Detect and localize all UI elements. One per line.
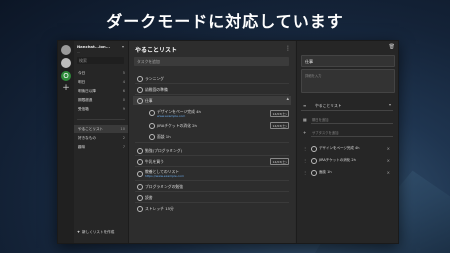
sidebar-item-inbox[interactable]: 受信箱 9 xyxy=(74,105,128,113)
account-badge[interactable]: O xyxy=(61,71,71,81)
task-checkbox[interactable] xyxy=(149,134,155,140)
task-row[interactable]: 読書 xyxy=(129,192,295,203)
add-task-placeholder: タスクを追加 xyxy=(137,59,160,64)
task-link[interactable]: www.example.com xyxy=(157,114,185,118)
task-checkbox[interactable] xyxy=(311,146,317,152)
banner-title: ダークモードに対応しています xyxy=(106,12,344,31)
subtask-row[interactable]: JIRAチケットの消化 2h 14/03(土) xyxy=(129,120,295,130)
drag-handle-icon[interactable]: ⋮ xyxy=(303,158,307,163)
more-menu-icon[interactable]: ⋮ xyxy=(285,45,291,52)
task-row[interactable]: 勉強(プログラミング) xyxy=(129,145,295,156)
task-checkbox[interactable] xyxy=(137,159,143,165)
drag-handle-icon[interactable]: ⋮ xyxy=(303,170,307,175)
sidebar-item-overdue[interactable]: 期限超過 0 xyxy=(74,96,128,104)
task-checkbox[interactable] xyxy=(137,206,143,212)
task-checkbox[interactable] xyxy=(137,98,143,104)
sidebar-item-today[interactable]: 今日 5 xyxy=(74,69,128,77)
close-icon[interactable]: × xyxy=(387,146,390,151)
task-row[interactable]: ストレッチ 15分 xyxy=(129,203,295,213)
task-row[interactable]: 幼稚園の準備 xyxy=(129,84,295,95)
search-input[interactable]: 検索 xyxy=(77,57,124,64)
new-list-button[interactable]: + 新しくリストを作成 xyxy=(77,230,114,235)
divider xyxy=(77,119,125,120)
account-name[interactable]: Nanchat...ion... xyxy=(77,44,110,49)
task-link[interactable]: https://www.example.com xyxy=(145,174,184,178)
sidebar-item-hobby[interactable]: 趣味 7 xyxy=(74,143,128,151)
task-checkbox[interactable] xyxy=(137,195,143,201)
task-memo-field[interactable]: 詳細を入力 xyxy=(301,69,395,93)
sidebar-item-tomorrow[interactable]: 明日 4 xyxy=(74,78,128,86)
chevron-down-icon: ▾ xyxy=(388,102,391,107)
avatar-secondary[interactable] xyxy=(61,58,71,68)
list-select[interactable]: ≡ やることリスト ▾ xyxy=(301,101,393,111)
task-detail-panel: 🗑 仕事 詳細を入力 ≡ やることリスト ▾ ▦ 期日を追加 + サブタスクを追… xyxy=(296,41,398,243)
task-title-field[interactable]: 仕事 xyxy=(301,55,395,67)
search-placeholder: 検索 xyxy=(79,58,87,63)
add-subtask-field[interactable]: + サブタスクを追加 xyxy=(301,128,393,137)
avatar[interactable] xyxy=(61,45,71,55)
task-row[interactable]: 教養としてのリスト https://www.example.com xyxy=(129,167,295,181)
add-account-icon[interactable]: + xyxy=(61,83,71,93)
due-date-field[interactable]: ▦ 期日を追加 xyxy=(301,115,393,124)
task-checkbox[interactable] xyxy=(137,184,143,190)
task-list-panel: やることリスト ⋮ タスクを追加 ランニング 幼稚園の準備 仕事 ▴ デザインを… xyxy=(129,41,295,243)
subtask-row[interactable]: デザインをページ完成 4h www.example.com 14/03(土) xyxy=(129,107,295,119)
task-checkbox[interactable] xyxy=(149,110,155,116)
calendar-icon: ▦ xyxy=(303,116,307,122)
task-checkbox[interactable] xyxy=(149,123,155,129)
trash-icon[interactable]: 🗑 xyxy=(389,44,395,50)
task-row-expanded[interactable]: 仕事 ▴ xyxy=(129,95,295,105)
sidebar-item-todo-list[interactable]: やることリスト 10 xyxy=(74,125,128,133)
task-checkbox[interactable] xyxy=(137,76,143,82)
task-row[interactable]: ランニング xyxy=(129,73,295,84)
due-date-badge: 14/03(土) xyxy=(270,110,289,117)
detail-subtask-row[interactable]: ⋮ デザインをページ完成 4h × xyxy=(301,144,393,153)
sidebar-item-later[interactable]: 明後日以降 6 xyxy=(74,87,128,95)
page-title: やることリスト xyxy=(135,47,178,54)
detail-subtask-row[interactable]: ⋮ 面談 1h × xyxy=(301,168,393,177)
due-date-badge: 14/03(土) xyxy=(270,158,289,165)
drag-handle-icon[interactable]: ⋮ xyxy=(303,146,307,151)
subtask-row[interactable]: 面談 1h xyxy=(129,131,295,143)
sidebar-item-favorites[interactable]: 好きなもの 2 xyxy=(74,134,128,142)
task-checkbox[interactable] xyxy=(137,87,143,93)
task-checkbox[interactable] xyxy=(311,158,317,164)
list-icon: ≡ xyxy=(303,103,307,108)
due-date-badge: 14/03(土) xyxy=(270,122,289,129)
chevron-up-icon[interactable]: ▴ xyxy=(286,96,289,102)
close-icon[interactable]: × xyxy=(387,170,390,175)
add-task-input[interactable]: タスクを追加 xyxy=(134,57,289,66)
account-sub: ... xyxy=(77,50,80,54)
account-rail: O + xyxy=(58,41,74,243)
task-checkbox[interactable] xyxy=(137,171,143,177)
plus-icon: + xyxy=(77,230,81,234)
plus-icon: + xyxy=(303,129,307,135)
app-window: O + Nanchat...ion... ... ▾ 検索 今日 5 明日 4 … xyxy=(57,40,399,244)
task-row[interactable]: プログラミングの勉強 xyxy=(129,181,295,192)
detail-subtask-row[interactable]: ⋮ JIRAチケットの消化 2h × xyxy=(301,156,393,165)
task-checkbox[interactable] xyxy=(311,170,317,176)
close-icon[interactable]: × xyxy=(387,158,390,163)
sidebar: Nanchat...ion... ... ▾ 検索 今日 5 明日 4 明後日以… xyxy=(74,41,129,243)
task-checkbox[interactable] xyxy=(137,148,143,154)
task-row[interactable]: 牛乳を買う 14/03(土) xyxy=(129,156,295,167)
chevron-down-icon[interactable]: ▾ xyxy=(122,44,124,49)
